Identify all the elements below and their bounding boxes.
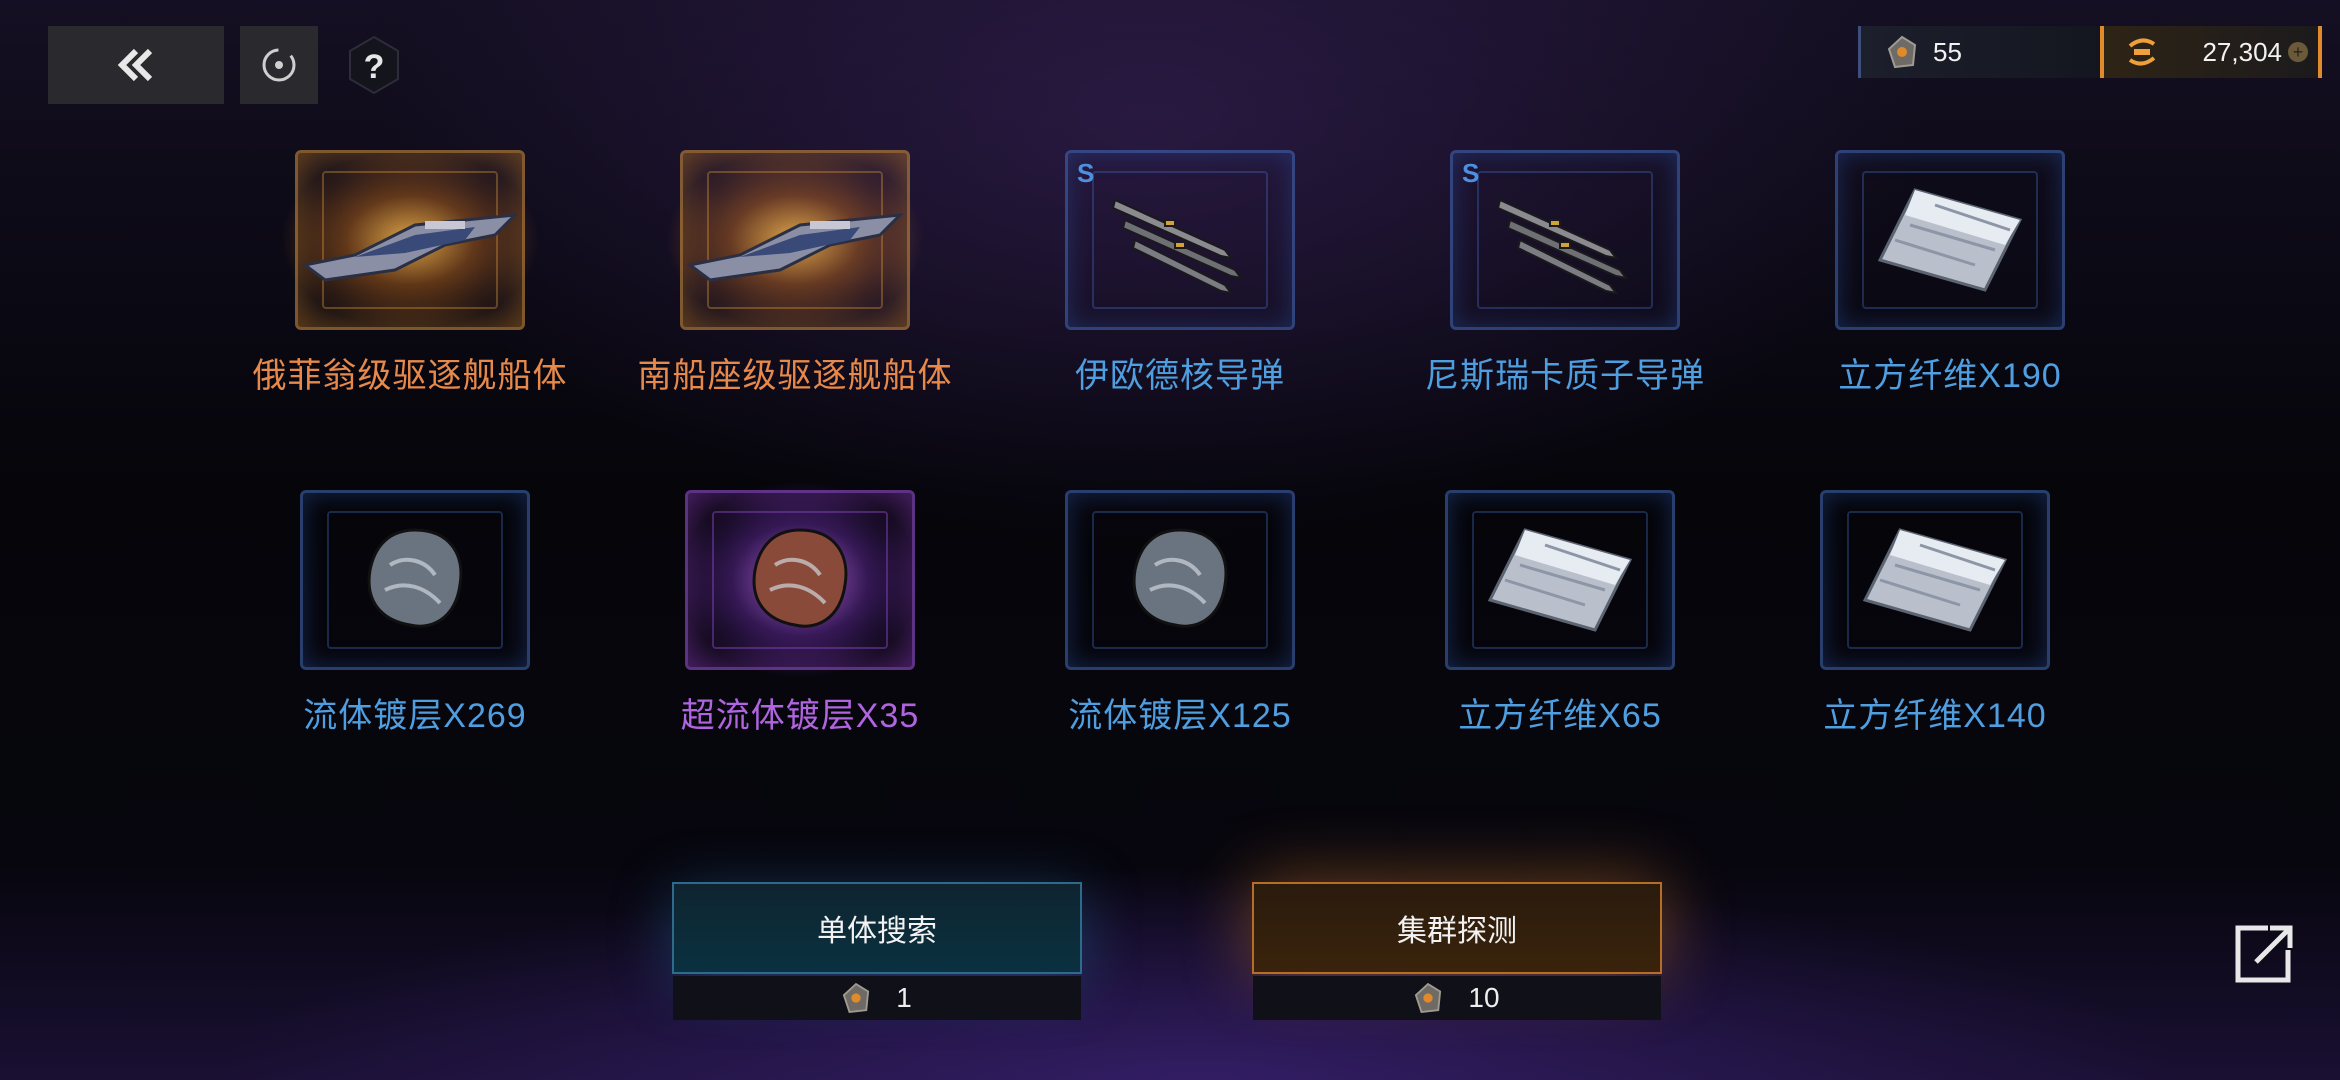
- cluster-detect-cost: 10: [1253, 976, 1661, 1020]
- reward-name-text: 尼斯瑞卡质子导弹: [1425, 356, 1705, 396]
- reward-item[interactable]: 立方纤维X65: [1390, 480, 1730, 737]
- reward-name-text: 南船座级驱逐舰船体: [637, 356, 953, 396]
- probe-token-icon: [842, 982, 870, 1014]
- fiber-sheet-icon: [1805, 140, 2095, 340]
- refresh-button[interactable]: [240, 26, 318, 104]
- probe-token-icon: [1415, 982, 1442, 1014]
- destroyer-hull-icon: [265, 140, 555, 340]
- probe-token-icon: [1887, 35, 1917, 69]
- missile-icon: S: [1035, 140, 1325, 340]
- reward-quantity: X140: [1963, 697, 2047, 735]
- refresh-target-icon: [262, 48, 296, 82]
- probe-token-value: 55: [1933, 36, 1962, 67]
- reward-item[interactable]: 流体镀层X125: [1010, 480, 1350, 737]
- reward-quantity: X65: [1598, 697, 1662, 735]
- question-hex-icon: ?: [349, 35, 399, 95]
- destroyer-hull-icon: [650, 140, 940, 340]
- back-button[interactable]: [48, 26, 224, 104]
- reward-quantity: X190: [1978, 357, 2062, 395]
- probe-token-counter: 55: [1858, 26, 2101, 78]
- single-search-cost-value: 1: [896, 982, 912, 1013]
- reward-name-text: 俄菲翁级驱逐舰船体: [252, 356, 568, 396]
- reward-name: 立方纤维X65: [1390, 688, 1730, 737]
- reward-item[interactable]: 超流体镀层X35: [630, 480, 970, 737]
- fluid-coating-icon: [1035, 480, 1325, 680]
- reward-name-text: 立方纤维: [1458, 696, 1599, 736]
- reward-item[interactable]: 流体镀层X269: [245, 480, 585, 737]
- svg-text:?: ?: [364, 48, 385, 86]
- reward-name: 俄菲翁级驱逐舰船体: [240, 348, 580, 397]
- cluster-detect-cost-value: 10: [1468, 982, 1500, 1013]
- missile-icon: S: [1420, 140, 1710, 340]
- add-credit-button[interactable]: +: [2288, 42, 2308, 62]
- reward-name: 流体镀层X269: [245, 688, 585, 737]
- reward-name-text: 立方纤维: [1838, 356, 1979, 396]
- help-button[interactable]: ?: [346, 34, 402, 96]
- reward-name: 尼斯瑞卡质子导弹: [1395, 348, 1735, 397]
- reward-name-text: 流体镀层: [303, 696, 444, 736]
- reward-name-text: 立方纤维: [1823, 696, 1964, 736]
- gold-credit-value: 27,304: [2202, 36, 2282, 67]
- reward-name-text: 超流体镀层: [680, 696, 856, 736]
- fiber-sheet-icon: [1790, 480, 2080, 680]
- reward-name: 超流体镀层X35: [630, 688, 970, 737]
- single-search-button[interactable]: 单体搜索: [672, 882, 1082, 974]
- fiber-sheet-icon: [1415, 480, 1705, 680]
- reward-name-text: 伊欧德核导弹: [1075, 356, 1285, 396]
- reward-item[interactable]: 立方纤维X140: [1765, 480, 2105, 737]
- fluid-coating-icon: [655, 480, 945, 680]
- reward-quantity: X269: [443, 697, 527, 735]
- double-chevron-left-icon: [117, 48, 153, 82]
- reward-item[interactable]: S 尼斯瑞卡质子导弹: [1395, 140, 1735, 397]
- reward-item[interactable]: 南船座级驱逐舰船体: [625, 140, 965, 397]
- external-link-icon[interactable]: [2234, 922, 2296, 984]
- single-search-cost: 1: [673, 976, 1081, 1020]
- reward-item[interactable]: S 伊欧德核导弹: [1010, 140, 1350, 397]
- gold-credit-icon: [2128, 38, 2156, 66]
- reward-item[interactable]: 立方纤维X190: [1780, 140, 2120, 397]
- reward-quantity: X125: [1208, 697, 1292, 735]
- cluster-detect-button[interactable]: 集群探测: [1252, 882, 1662, 974]
- grade-badge: S: [1462, 158, 1480, 188]
- reward-name: 立方纤维X190: [1780, 348, 2120, 397]
- fluid-coating-icon: [270, 480, 560, 680]
- reward-quantity: X35: [855, 697, 920, 735]
- reward-name: 流体镀层X125: [1010, 688, 1350, 737]
- reward-name: 立方纤维X140: [1765, 688, 2105, 737]
- reward-name: 伊欧德核导弹: [1010, 348, 1350, 397]
- gold-credit-counter: 27,304 +: [2100, 26, 2322, 78]
- reward-item[interactable]: 俄菲翁级驱逐舰船体: [240, 140, 580, 397]
- reward-name: 南船座级驱逐舰船体: [625, 348, 965, 397]
- grade-badge: S: [1077, 158, 1095, 188]
- reward-name-text: 流体镀层: [1068, 696, 1209, 736]
